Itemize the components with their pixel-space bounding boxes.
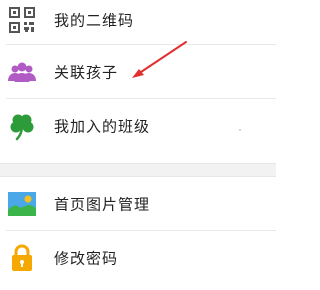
lock-icon (12, 244, 32, 271)
menu-item-my-classes[interactable]: 我加入的班级 (0, 99, 276, 153)
menu-item-change-password[interactable]: 修改密码 (0, 231, 276, 285)
menu-item-label: 关联孩子 (54, 63, 119, 82)
menu-group-account: 我的二维码 关联孩子 我加入的班级 (0, 0, 276, 153)
people-icon (8, 62, 36, 82)
menu-item-home-image-manage[interactable]: 首页图片管理 (0, 177, 276, 231)
menu-item-label: 修改密码 (54, 249, 119, 268)
image-icon (8, 192, 36, 216)
menu-item-link-child[interactable]: 关联孩子 (0, 45, 276, 99)
menu-item-label: 首页图片管理 (54, 195, 151, 214)
qr-code-icon (9, 7, 35, 33)
group-separator (0, 163, 276, 177)
menu-item-qr-code[interactable]: 我的二维码 (0, 0, 276, 45)
clover-icon (10, 114, 34, 141)
decorative-dot (239, 129, 241, 131)
menu-item-label: 我加入的班级 (54, 117, 151, 136)
menu-item-label: 我的二维码 (54, 11, 135, 30)
menu-group-settings: 首页图片管理 修改密码 (0, 177, 276, 285)
